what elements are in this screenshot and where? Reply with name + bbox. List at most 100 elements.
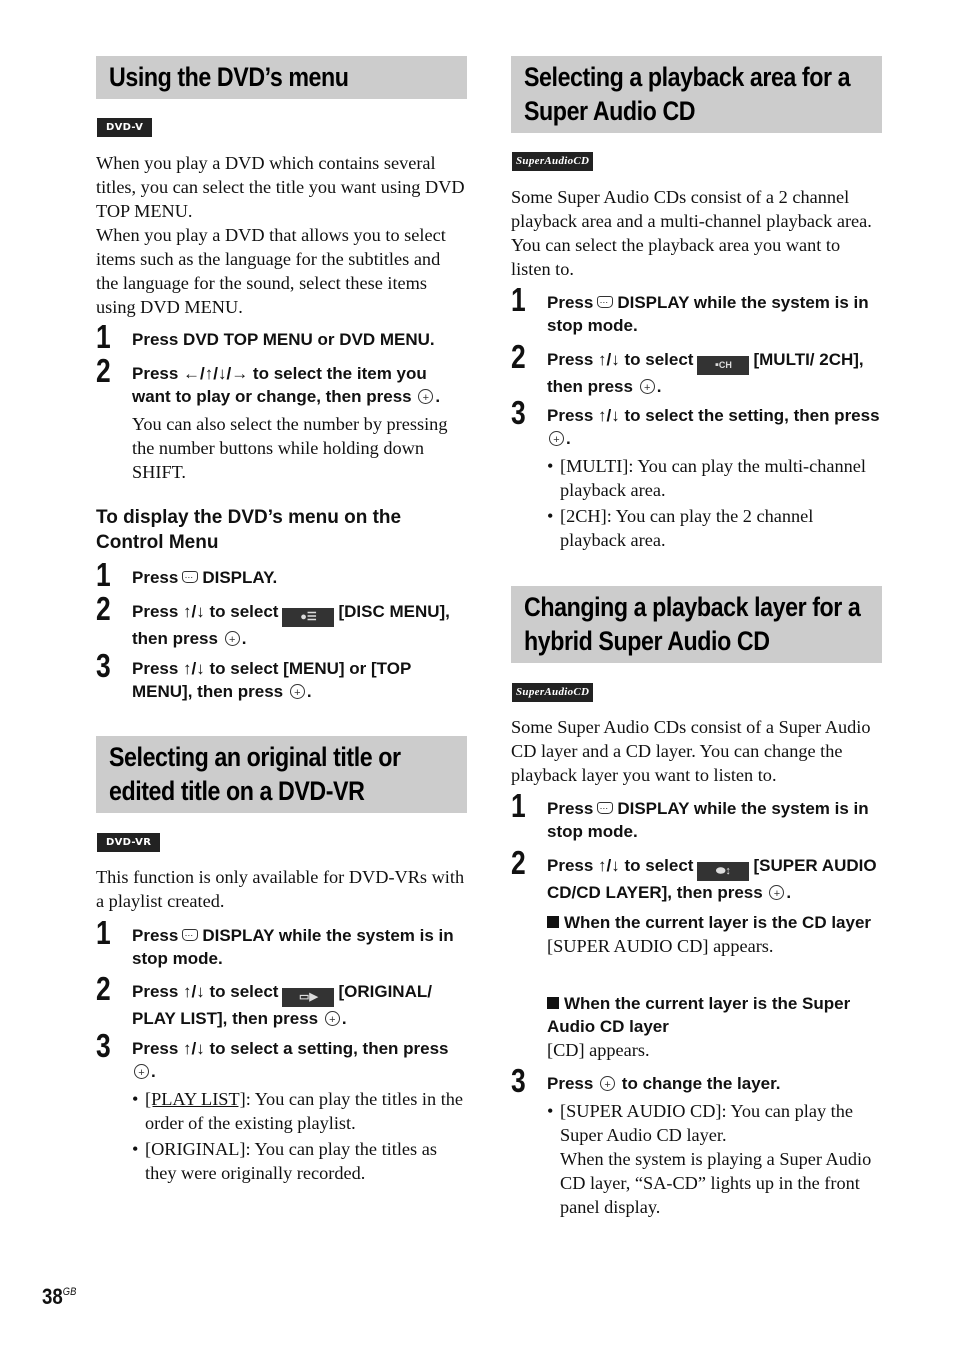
enter-button-icon [289,682,305,705]
display-button-icon [597,289,614,312]
multi-2ch-icon: ▪CH [697,356,750,375]
step-text: Press ←/↑/↓/→ to select the item you wan… [132,364,427,406]
section-header-dvd-menu: Using the DVD’s menu [96,56,467,99]
step-3: 3 Press to change the layer. [SUPER AUDI… [511,1063,882,1221]
step-text: DISPLAY. [202,568,278,587]
step-text: . [786,883,792,902]
step-number: 2 [511,844,526,881]
step-1: 1 PressDISPLAY while the system is in st… [511,788,882,843]
option-text: [SUPER AUDIO CD]: You can play the Super… [560,1101,854,1145]
enter-button-icon [134,1062,149,1085]
condition-cd-layer: When the current layer is the CD layer [… [547,911,882,958]
option-list: [MULTI]: You can play the multi-channel … [547,454,882,552]
page-suffix: GB [62,1286,77,1298]
step-number: 1 [96,914,111,951]
intro-paragraph: Some Super Audio CDs consist of a Super … [511,717,871,785]
step-text: . [566,429,571,448]
step-2: 2 Press ↑/↓ to select ▭▶ [ORIGINAL/ PLAY L… [96,971,467,1033]
cd-layer-icon: ⬬↕ [697,862,750,881]
enter-button-icon [769,883,785,906]
step-3: 3 Press ↑/↓ to select the setting, then … [511,395,882,554]
condition-super-audio-layer: When the current layer is the Super Audi… [547,992,882,1062]
intro-paragraph: When you play a DVD which contains sever… [96,153,465,221]
step-text: . [151,1062,156,1081]
step-text: . [241,629,247,648]
step-text: . [341,1009,347,1028]
intro-paragraph: This function is only available for DVD-… [96,867,465,911]
step-text: to change the layer. [621,1074,781,1093]
step-text: Press [547,1074,594,1093]
super-audio-cd-badge: SuperAudioCD [512,152,594,171]
section-header-playback-layer: Changing a playback layer for a hybrid S… [511,586,882,663]
step-text: Press ↑/↓ to select the setting, then pr… [547,406,880,425]
intro-paragraph: When you play a DVD that allows you to s… [96,225,446,317]
enter-button-icon [549,429,564,452]
page-number-value: 38 [42,1284,63,1309]
option-note: When the system is playing a Super Audio… [560,1149,872,1217]
step-number: 2 [511,338,526,375]
step-number: 3 [96,647,111,684]
step-number: 1 [511,281,526,318]
step-text: Press ↑/↓ to select a setting, then pres… [132,1039,449,1058]
section-header-playback-area: Selecting a playback area for a Super Au… [511,56,882,133]
square-bullet-icon [547,916,559,928]
page-number: 38GB [42,1284,76,1310]
step-2: 2 Press ←/↑/↓/→ to select the item you w… [96,353,467,484]
intro-paragraph: Some Super Audio CDs consist of a 2 chan… [511,187,872,279]
display-button-icon [182,922,199,945]
step-1: 1 Press DVD TOP MENU or DVD MENU. [96,319,503,355]
step-number: 1 [96,318,111,355]
condition-text: [CD] appears. [547,1040,650,1060]
substep-1: 1 Press DISPLAY. [96,557,503,593]
step-number: 3 [511,394,526,431]
step-1: 1 PressDISPLAY while the system is in st… [511,282,882,337]
section-title: Changing a playback layer for a hybrid S… [524,592,861,656]
step-text: Press [547,799,594,818]
step-text: Press ↑/↓ to select [MENU] or [TOP MENU]… [132,659,411,701]
substep-2: 2 Press ↑/↓ to select ●☰ [DISC MENU], then… [96,591,467,653]
section-title: Using the DVD’s menu [109,62,349,92]
step-number: 2 [96,970,111,1007]
step-number: 3 [96,1027,111,1064]
dvd-vr-intro: This function is only available for DVD-… [96,865,467,913]
step-text: Press ↑/↓ to select [547,350,694,369]
step-text: Press ↑/↓ to select [547,856,694,875]
original-playlist-icon: ▭▶ [282,988,335,1007]
enter-button-icon [224,629,240,652]
list-item: [SUPER AUDIO CD]: You can play the Super… [547,1099,882,1219]
playback-area-intro: Some Super Audio CDs consist of a 2 chan… [511,185,882,281]
playback-layer-intro: Some Super Audio CDs consist of a Super … [511,715,882,787]
list-item: [PLAY LIST]: You can play the titles in … [132,1087,467,1135]
super-audio-cd-badge: SuperAudioCD [512,683,594,702]
step-number: 1 [511,787,526,824]
condition-heading-text: When the current layer is the CD layer [564,913,872,932]
dvd-vr-badge: DVD-VR [97,833,161,852]
option-term: [PLAY LIST] [145,1089,246,1109]
step-number: 1 [96,556,111,593]
step-text: Press [547,293,594,312]
step-1: 1 PressDISPLAY while the system is in st… [96,915,467,970]
section-header-dvd-vr: Selecting an original title or edited ti… [96,736,467,813]
step-text: . [306,682,312,701]
option-list: [SUPER AUDIO CD]: You can play the Super… [547,1099,882,1219]
square-bullet-icon [547,997,559,1009]
step-text: Press [132,568,179,587]
disc-menu-icon: ●☰ [282,608,335,627]
display-button-icon [182,564,199,587]
step-text: Press ↑/↓ to select [132,602,279,621]
step-number: 3 [511,1062,526,1099]
icon-label: CH [718,360,732,370]
step-note: You can also select the number by pressi… [132,414,448,482]
step-text: . [435,387,441,406]
step-text: Press DVD TOP MENU or DVD MENU. [132,330,435,349]
condition-heading: When the current layer is the Super Audi… [547,992,882,1038]
step-3: 3 Press ↑/↓ to select a setting, then pr… [96,1028,467,1187]
list-item: [MULTI]: You can play the multi-channel … [547,454,882,502]
condition-heading-text: When the current layer is the Super Audi… [547,994,851,1036]
substep-3: 3 Press ↑/↓ to select [MENU] or [TOP MEN… [96,648,467,706]
control-menu-subhead: To display the DVD’s menu on the Control… [96,505,467,555]
enter-button-icon [600,1074,616,1097]
option-list: [PLAY LIST]: You can play the titles in … [132,1087,467,1185]
step-text: Press [132,926,179,945]
subheading: To display the DVD’s menu on the Control… [96,507,402,553]
